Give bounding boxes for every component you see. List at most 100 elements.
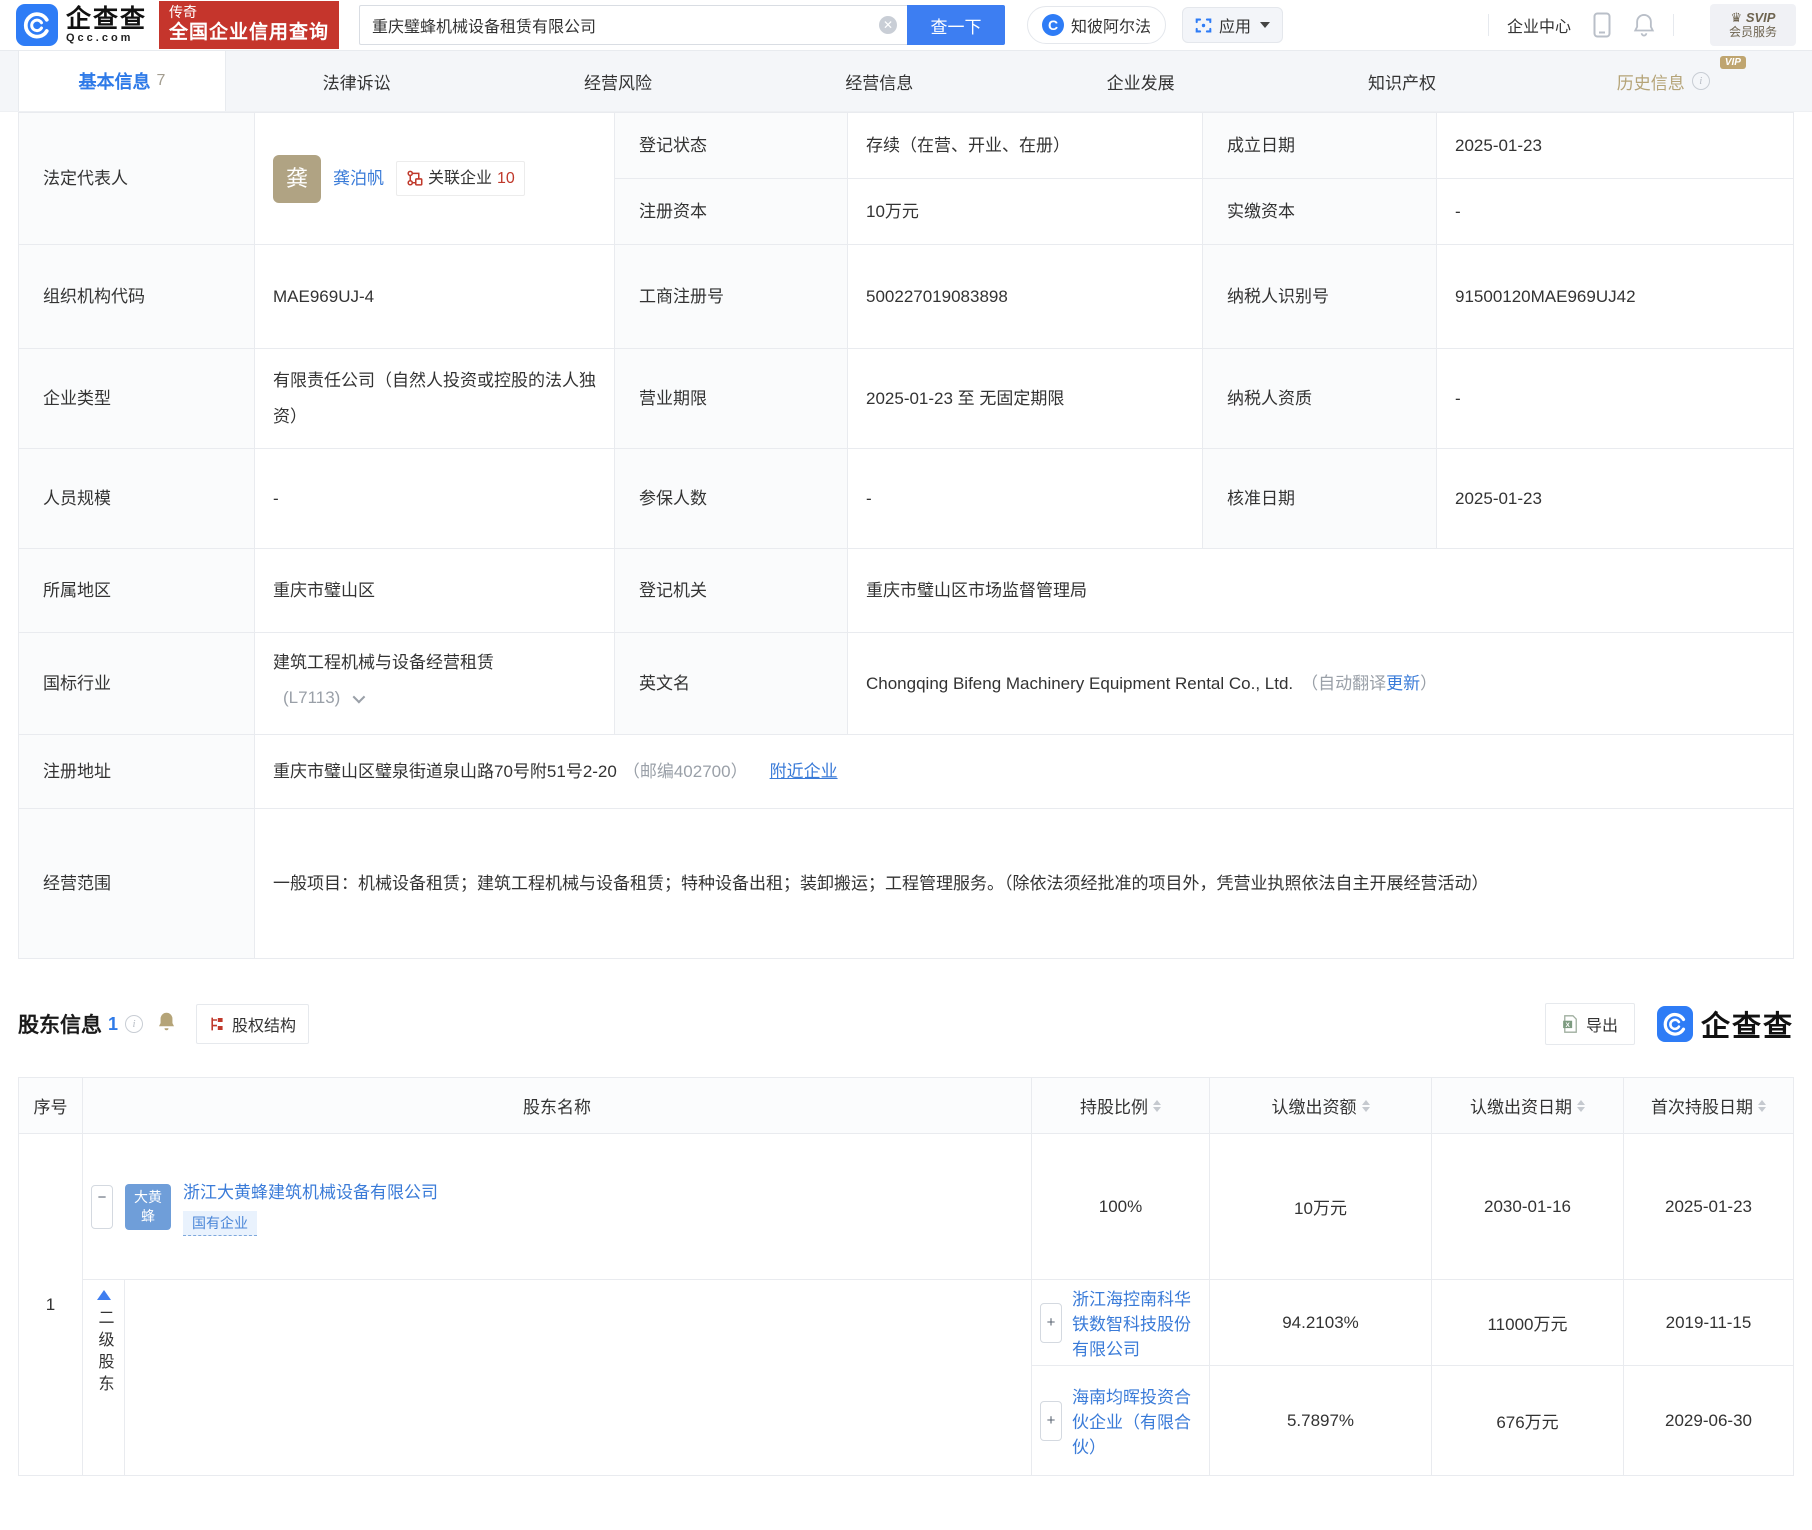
sub-amount: 11000万元 [1432, 1280, 1624, 1366]
export-label: 导出 [1585, 1018, 1618, 1035]
state-owned-tag[interactable]: 国有企业 [183, 1210, 257, 1236]
translate-update-link[interactable]: 更新 [1386, 674, 1420, 693]
tab-operation-risk[interactable]: 经营风险 [487, 51, 748, 111]
monitor-bell-icon[interactable] [157, 1011, 176, 1037]
approval-date-value: 2025-01-23 [1437, 449, 1794, 549]
qcc-logo[interactable]: 企查查 Qcc.com [16, 4, 147, 46]
sort-icon[interactable] [1577, 1099, 1585, 1112]
tab-history-info[interactable]: VIP 历史信息 i [1533, 51, 1794, 111]
main-ratio: 100% [1032, 1134, 1210, 1280]
shareholder-name-link[interactable]: 浙江海控南科华铁数智科技股份有限公司 [1072, 1285, 1201, 1360]
industry-label: 国标行业 [19, 633, 255, 735]
reg-capital-label: 注册资本 [615, 179, 848, 245]
qcc-watermark-logo: 企查查 [1656, 1003, 1794, 1045]
clear-search-icon[interactable]: ✕ [879, 16, 898, 34]
related-companies-button[interactable]: 关联企业 10 [396, 160, 525, 197]
apps-label: 应用 [1219, 19, 1252, 36]
zhibi-alpha-button[interactable]: C 知彼阿尔法 [1027, 6, 1167, 44]
tab-basic-info[interactable]: 基本信息 7 [18, 51, 226, 111]
shareholders-count: 1 [108, 1013, 119, 1034]
industry-value-cell: 建筑工程机械与设备经营租赁 (L7113) [255, 633, 615, 735]
shareholders-title: 股东信息 [18, 1014, 102, 1037]
taxpayer-quality-value: - [1437, 349, 1794, 449]
insured-count-label: 参保人数 [615, 449, 848, 549]
info-icon[interactable]: i [1691, 72, 1710, 90]
related-network-icon [407, 170, 423, 186]
col-header-amount[interactable]: 认缴出资额 [1210, 1078, 1432, 1134]
legal-rep-name-link[interactable]: 龚泊帆 [333, 165, 384, 192]
tab-label: 基本信息 [78, 72, 151, 92]
reg-capital-value: 10万元 [848, 179, 1203, 245]
biz-reg-no-value: 500227019083898 [848, 245, 1203, 349]
region-label: 所属地区 [19, 549, 255, 633]
export-button[interactable]: X 导出 [1544, 1003, 1635, 1045]
notification-bell-icon[interactable] [1633, 13, 1655, 37]
business-scope-value: 一般项目：机械设备租赁；建筑工程机械与设备租赁；特种设备出租；装卸搬运；工程管理… [273, 873, 1489, 893]
staff-size-value: - [255, 449, 615, 549]
chevron-down-icon[interactable] [352, 690, 366, 704]
info-icon[interactable]: i [125, 1015, 144, 1033]
nearby-companies-link[interactable]: 附近企业 [770, 758, 838, 785]
reg-status-value: 存续（在营、开业、在册） [848, 113, 1203, 179]
reg-authority-value: 重庆市璧山区市场监督管理局 [848, 549, 1794, 633]
sort-icon[interactable] [1758, 1099, 1766, 1112]
col-header-ratio[interactable]: 持股比例 [1032, 1078, 1210, 1134]
company-type-label: 企业类型 [19, 349, 255, 449]
tab-label: 经营信息 [845, 73, 914, 93]
tab-label: 历史信息 [1616, 73, 1685, 93]
sub-ratio: 5.7897% [1210, 1366, 1432, 1476]
divider [1673, 14, 1674, 36]
col-header-first-date[interactable]: 首次持股日期 [1624, 1078, 1794, 1134]
enterprise-center-link[interactable]: 企业中心 [1507, 13, 1571, 37]
tab-label: 法律诉讼 [322, 73, 391, 93]
collapse-triangle-icon[interactable] [96, 1290, 111, 1300]
industry-code: (L7113) [283, 688, 341, 708]
reg-address-cell: 重庆市璧山区璧泉街道泉山路70号附51号2-20 （邮编402700） 附近企业 [255, 735, 1794, 809]
reg-address-label: 注册地址 [19, 735, 255, 809]
qcc-logo-icon [1656, 1006, 1693, 1042]
legal-rep-avatar[interactable]: 龚 [273, 154, 321, 203]
expand-button[interactable]: + [1040, 1400, 1062, 1441]
search-button[interactable]: 查一下 [907, 5, 1006, 45]
sort-icon[interactable] [1361, 1099, 1370, 1112]
expand-button[interactable]: + [1040, 1302, 1062, 1343]
svip-crown-label: ♛ SVIP [1730, 10, 1776, 25]
promo-main: 全国企业信用查询 [169, 22, 330, 43]
mobile-app-icon[interactable] [1593, 12, 1611, 38]
staff-size-label: 人员规模 [19, 449, 255, 549]
tab-label: 企业发展 [1106, 73, 1175, 93]
related-companies-label: 关联企业 [428, 169, 493, 187]
apps-dropdown[interactable]: 应用 [1182, 7, 1284, 43]
reg-address-postcode: （邮编402700） [622, 761, 748, 781]
equity-structure-button[interactable]: 股权结构 [196, 1004, 310, 1044]
qcc-brand-text: 企查查 [1700, 1011, 1794, 1043]
sub-first-date-empty [125, 1280, 1032, 1476]
sub-shareholder-cell: + 浙江海控南科华铁数智科技股份有限公司 [1032, 1280, 1210, 1366]
secondary-group-label: 二级股东 [95, 1309, 113, 1397]
related-companies-count: 10 [497, 169, 515, 187]
main-first-date: 2025-01-23 [1624, 1134, 1794, 1280]
main-amount: 10万元 [1210, 1134, 1432, 1280]
tab-intellectual-property[interactable]: 知识产权 [1271, 51, 1532, 111]
biz-reg-no-label: 工商注册号 [615, 245, 848, 349]
biz-term-label: 营业期限 [615, 349, 848, 449]
sort-icon[interactable] [1153, 1099, 1161, 1112]
collapse-button[interactable]: − [91, 1184, 113, 1229]
sub-ratio: 94.2103% [1210, 1280, 1432, 1366]
vip-badge: VIP [1719, 56, 1746, 69]
reg-status-label: 登记状态 [615, 113, 848, 179]
translate-note: （自动翻译更新） [1301, 673, 1438, 693]
tab-operation-info[interactable]: 经营信息 [749, 51, 1010, 111]
tab-count: 7 [156, 72, 166, 89]
tab-legal-litigation[interactable]: 法律诉讼 [226, 51, 487, 111]
shareholder-name-link[interactable]: 浙江大黄蜂建筑机械设备有限公司 [183, 1178, 438, 1203]
divider [1487, 14, 1489, 36]
legal-rep-cell: 龚 龚泊帆 关联企业 10 [255, 113, 615, 245]
shareholder-name-link[interactable]: 海南均晖投资合伙企业（有限合伙） [1072, 1383, 1201, 1458]
tab-company-development[interactable]: 企业发展 [1010, 51, 1271, 111]
svip-membership-button[interactable]: ♛ SVIP 会员服务 [1710, 4, 1796, 46]
col-header-date[interactable]: 认缴出资日期 [1432, 1078, 1624, 1134]
search-input[interactable] [372, 16, 880, 34]
promo-banner: 传奇 全国企业信用查询 [159, 1, 340, 49]
sub-date: 2019-11-15 [1624, 1280, 1794, 1366]
